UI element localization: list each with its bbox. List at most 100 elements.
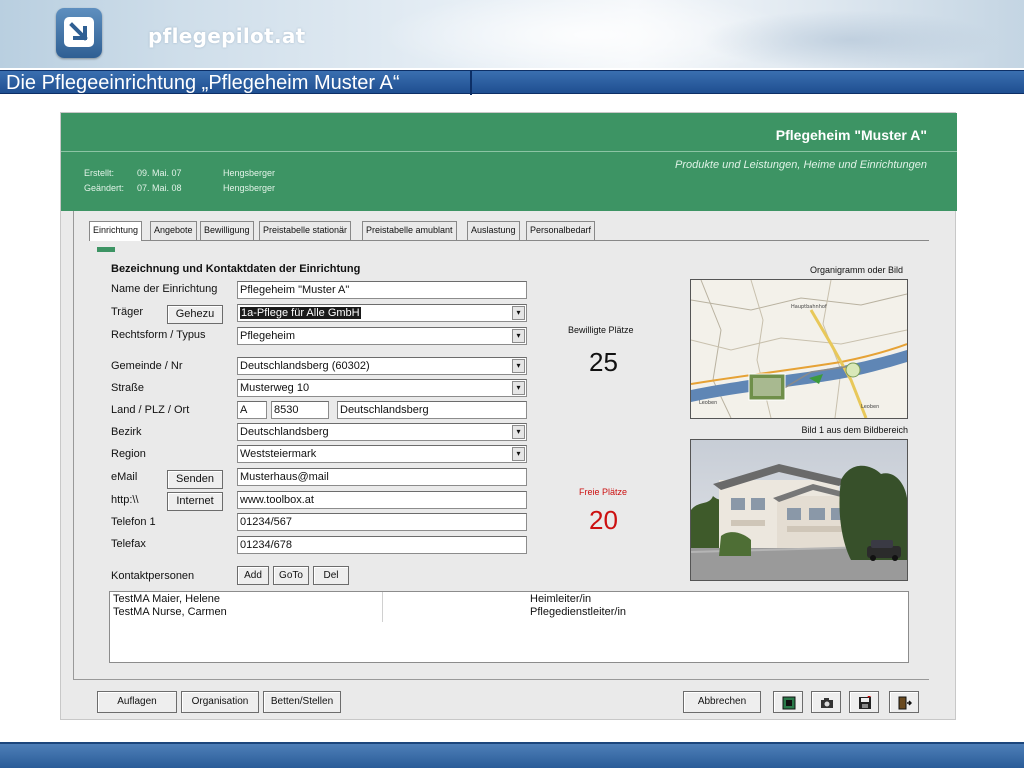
- ort-value: Deutschlandsberg: [340, 404, 429, 416]
- bewilligte-plaetze-label: Bewilligte Plätze: [568, 325, 634, 335]
- gemeinde-combo[interactable]: Deutschlandsberg (60302) ▾: [237, 357, 527, 375]
- freie-plaetze-label: Freie Plätze: [579, 487, 628, 497]
- http-field[interactable]: www.toolbox.at: [237, 491, 527, 509]
- save-disk-icon: [859, 696, 872, 709]
- tab-bewilligung[interactable]: Bewilligung: [200, 221, 254, 240]
- land-field[interactable]: A: [237, 401, 267, 419]
- facility-form-window: Pflegeheim "Muster A" Produkte und Leist…: [60, 112, 957, 720]
- del-contact-button[interactable]: Del: [313, 566, 349, 585]
- label-land: Land / PLZ / Ort: [111, 404, 190, 416]
- label-name: Name der Einrichtung: [111, 283, 218, 295]
- tab-einrichtung[interactable]: Einrichtung: [89, 221, 143, 241]
- banner-shade: [700, 10, 1000, 68]
- tab-personalbedarf[interactable]: Personalbedarf: [526, 221, 596, 240]
- rechtsform-value: Pflegeheim: [240, 330, 296, 342]
- changed-by: Hengsberger: [223, 183, 276, 193]
- betten-stellen-button[interactable]: Betten/Stellen: [263, 691, 341, 713]
- svg-text:Leoben: Leoben: [861, 404, 879, 410]
- organigramm-caption: Organigramm oder Bild: [809, 265, 903, 275]
- tab-preistabelle-ambulant[interactable]: Preistabelle amublant: [362, 221, 457, 240]
- telefon-value: 01234/567: [240, 516, 292, 528]
- brand-name: pflegepilot.at: [148, 24, 306, 48]
- form-subtitle: Produkte und Leistungen, Heime und Einri…: [675, 159, 927, 171]
- http-value: www.toolbox.at: [240, 494, 314, 506]
- dropdown-arrow-icon[interactable]: ▾: [512, 306, 525, 320]
- camera-icon: [821, 698, 833, 708]
- label-strasse: Straße: [111, 382, 145, 394]
- logo-icon: [56, 8, 102, 58]
- exit-button[interactable]: [889, 691, 919, 713]
- changed-date: 07. Mai. 08: [137, 183, 182, 193]
- label-telefax: Telefax: [111, 538, 146, 550]
- page-title-bar: Die Pflegeeinrichtung „Pflegeheim Muster…: [0, 70, 1024, 95]
- bezirk-value: Deutschlandsberg: [240, 426, 329, 438]
- auflagen-button[interactable]: Auflagen: [97, 691, 177, 713]
- email-value: Musterhaus@mail: [240, 471, 329, 483]
- created-by: Hengsberger: [223, 168, 276, 178]
- facility-photo[interactable]: [690, 439, 908, 581]
- contact-role[interactable]: Pflegedienstleiter/in: [530, 606, 626, 618]
- strasse-combo[interactable]: Musterweg 10 ▾: [237, 379, 527, 397]
- created-label: Erstellt:: [84, 168, 115, 178]
- traeger-combo[interactable]: 1a-Pflege für Alle GmbH ▾: [237, 304, 527, 322]
- label-region: Region: [111, 448, 146, 460]
- plz-value: 8530: [274, 404, 299, 416]
- tab-preistabelle-stationaer[interactable]: Preistabelle stationär: [259, 221, 352, 240]
- map-image[interactable]: Hauptbahnhof Leoben Leoben: [690, 279, 908, 419]
- traeger-value: 1a-Pflege für Alle GmbH: [240, 307, 361, 319]
- tab-angebote[interactable]: Angebote: [150, 221, 197, 240]
- bewilligte-plaetze-value: 25: [589, 347, 618, 377]
- contacts-list[interactable]: TestMA Maier, Helene Heimleiter/in TestM…: [109, 591, 909, 663]
- label-traeger: Träger: [111, 306, 143, 318]
- gehezu-button[interactable]: Gehezu: [167, 305, 223, 324]
- created-date: 09. Mai. 07: [137, 168, 182, 178]
- organisation-button[interactable]: Organisation: [181, 691, 259, 713]
- contact-name[interactable]: TestMA Maier, Helene: [113, 593, 220, 605]
- dropdown-arrow-icon[interactable]: ▾: [512, 359, 525, 373]
- dropdown-arrow-icon[interactable]: ▾: [512, 447, 525, 461]
- senden-button[interactable]: Senden: [167, 470, 223, 489]
- bezirk-combo[interactable]: Deutschlandsberg ▾: [237, 423, 527, 441]
- dropdown-arrow-icon[interactable]: ▾: [512, 425, 525, 439]
- bild-caption: Bild 1 aus dem Bildbereich: [801, 425, 908, 435]
- region-value: Weststeiermark: [240, 448, 317, 460]
- strasse-value: Musterweg 10: [240, 382, 310, 394]
- land-value: A: [240, 404, 248, 416]
- abbrechen-button[interactable]: Abbrechen: [683, 691, 761, 713]
- exit-door-icon: [898, 696, 912, 710]
- ort-field[interactable]: Deutschlandsberg: [337, 401, 527, 419]
- telefon-field[interactable]: 01234/567: [237, 513, 527, 531]
- name-value: Pflegeheim "Muster A": [240, 284, 350, 296]
- telefax-value: 01234/678: [240, 539, 292, 551]
- camera-button[interactable]: [811, 691, 841, 713]
- rechtsform-combo[interactable]: Pflegeheim ▾: [237, 327, 527, 345]
- dropdown-arrow-icon[interactable]: ▾: [512, 381, 525, 395]
- page-title: Die Pflegeeinrichtung „Pflegeheim Muster…: [6, 72, 400, 94]
- name-field[interactable]: Pflegeheim "Muster A": [237, 281, 527, 299]
- goto-contact-button[interactable]: GoTo: [273, 566, 309, 585]
- contact-role[interactable]: Heimleiter/in: [530, 593, 591, 605]
- freie-plaetze-value: 20: [589, 505, 618, 535]
- dropdown-arrow-icon[interactable]: ▾: [512, 329, 525, 343]
- section-title: Bezeichnung und Kontaktdaten der Einrich…: [111, 263, 361, 275]
- telefax-field[interactable]: 01234/678: [237, 536, 527, 554]
- title-bar-divider: [470, 71, 472, 95]
- id-card-button[interactable]: [773, 691, 803, 713]
- label-gemeinde: Gemeinde / Nr: [111, 360, 183, 372]
- plz-field[interactable]: 8530: [271, 401, 329, 419]
- contact-name[interactable]: TestMA Nurse, Carmen: [113, 606, 227, 618]
- region-combo[interactable]: Weststeiermark ▾: [237, 445, 527, 463]
- header-banner: pflegepilot.at: [0, 0, 1024, 68]
- svg-text:Leoben: Leoben: [699, 400, 717, 406]
- tab-indicator: [97, 247, 115, 252]
- tab-auslastung[interactable]: Auslastung: [467, 221, 520, 240]
- label-http: http:\\: [111, 494, 139, 506]
- form-header: Pflegeheim "Muster A" Produkte und Leist…: [61, 113, 957, 211]
- save-button[interactable]: [849, 691, 879, 713]
- label-bezirk: Bezirk: [111, 426, 142, 438]
- add-contact-button[interactable]: Add: [237, 566, 269, 585]
- email-field[interactable]: Musterhaus@mail: [237, 468, 527, 486]
- internet-button[interactable]: Internet: [167, 492, 223, 511]
- label-rechtsform: Rechtsform / Typus: [111, 329, 206, 341]
- svg-text:Hauptbahnhof: Hauptbahnhof: [791, 304, 827, 310]
